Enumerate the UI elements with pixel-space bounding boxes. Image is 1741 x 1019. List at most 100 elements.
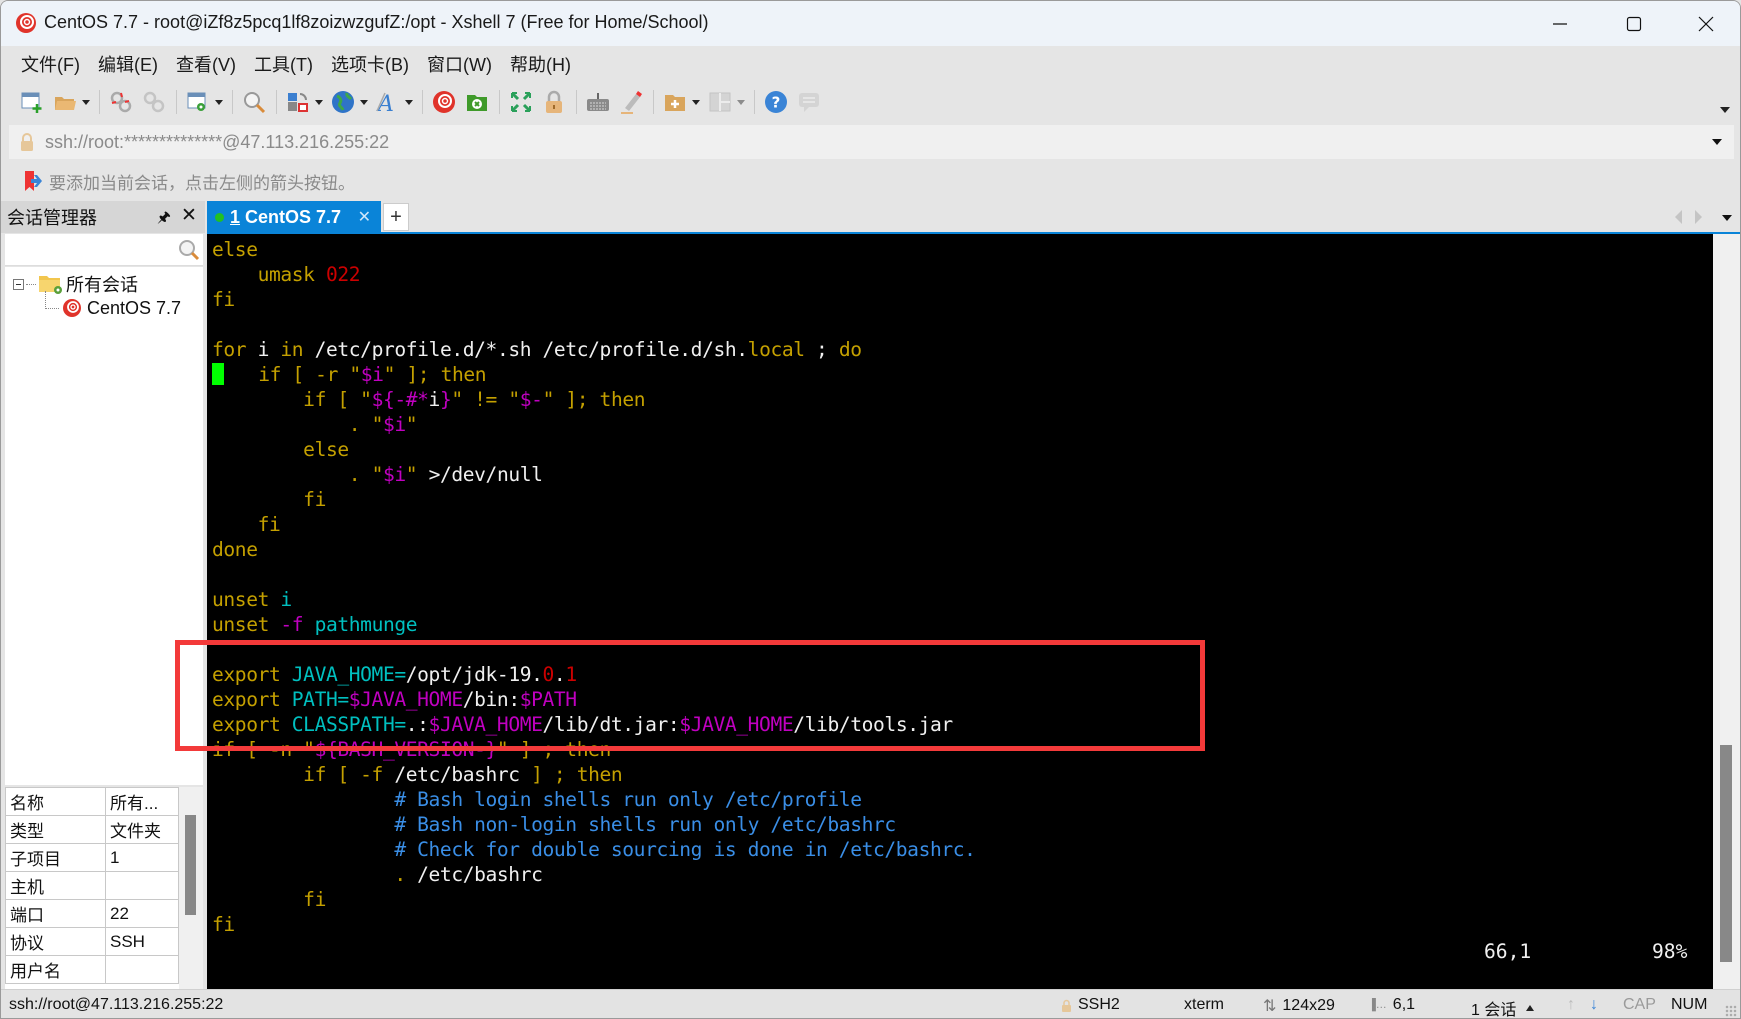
address-input[interactable]: ssh://root:**************@47.113.216.255… — [45, 132, 389, 153]
reconnect-button[interactable] — [141, 89, 167, 115]
address-dropdown-icon[interactable] — [1712, 139, 1722, 145]
xshell-button[interactable] — [431, 89, 457, 115]
bookmark-arrow-icon[interactable] — [23, 170, 43, 192]
menu-tools[interactable]: 工具(T) — [252, 49, 315, 79]
property-row[interactable]: 用户名 — [5, 955, 179, 984]
new-folder-button[interactable] — [662, 89, 688, 115]
status-sessions[interactable]: 1 会话 — [1471, 996, 1535, 1018]
num-lock-indicator: NUM — [1671, 996, 1708, 1013]
toolbar-overflow-icon[interactable] — [1720, 107, 1730, 113]
search-icon[interactable] — [177, 238, 201, 262]
lock-button[interactable] — [541, 89, 567, 115]
terminal-text-segment: $i — [382, 463, 406, 486]
send-up-icon[interactable]: ↑ — [1567, 996, 1575, 1014]
new-session-button[interactable] — [19, 89, 45, 115]
session-properties-button[interactable] — [185, 89, 211, 115]
send-down-icon[interactable]: ↓ — [1590, 996, 1598, 1014]
terminal-scroll-thumb[interactable] — [1720, 745, 1732, 962]
folder-icon — [39, 276, 62, 294]
session-manager-close-icon[interactable]: ✕ — [181, 204, 197, 227]
toolbar-separator — [576, 90, 577, 114]
pin-icon[interactable]: 🖈 — [157, 207, 171, 232]
fullscreen-button[interactable] — [508, 89, 534, 115]
new-folder-icon — [665, 95, 685, 111]
sessions-menu-icon[interactable] — [1526, 1005, 1535, 1011]
menu-bar: 文件(F) 编辑(E) 查看(V) 工具(T) 选项卡(B) 窗口(W) 帮助(… — [1, 46, 1740, 82]
chat-button[interactable] — [796, 89, 822, 115]
layout-dropdown[interactable] — [736, 89, 746, 115]
info-text: 要添加当前会话，点击左侧的箭头按钮。 — [49, 173, 355, 193]
terminal-line: if [ -n "${BASH_VERSION-}" ] ; then — [212, 737, 976, 762]
menu-edit[interactable]: 编辑(E) — [96, 49, 160, 79]
disconnect-button[interactable] — [108, 89, 134, 115]
properties-dropdown[interactable] — [214, 89, 224, 115]
property-row[interactable]: 类型 文件夹 — [5, 815, 179, 844]
session-search-input[interactable] — [5, 234, 203, 266]
help-button[interactable]: ? — [763, 89, 789, 115]
terminal-line: else — [212, 437, 976, 462]
vim-scroll-percent: 98% — [1652, 940, 1688, 963]
tab-scroll-right-icon[interactable] — [1695, 210, 1702, 224]
transfer-button[interactable] — [285, 89, 311, 115]
tree-item-session[interactable]: CentOS 7.7 — [45, 297, 181, 319]
terminal-text-segment: 1 — [565, 663, 577, 686]
terminal[interactable]: else umask 022 fi for i in /etc/profile.d… — [207, 234, 1713, 989]
globe-button[interactable] — [330, 89, 356, 115]
collapse-icon[interactable] — [13, 278, 24, 290]
tab-scroll-left-icon[interactable] — [1675, 210, 1682, 224]
toolbar-separator — [176, 90, 177, 114]
maximize-button[interactable] — [1599, 1, 1669, 46]
terminal-line: if [ -r "$i" ]; then — [212, 362, 976, 387]
find-button[interactable] — [241, 89, 267, 115]
terminal-line: . "$i" — [212, 412, 976, 437]
close-button[interactable] — [1671, 1, 1740, 46]
property-row[interactable]: 端口 22 — [5, 899, 179, 928]
terminal-text-segment: /lib/tools.jar — [793, 713, 953, 736]
property-row[interactable]: 名称 所有... — [5, 787, 179, 816]
terminal-text-segment: " — [303, 738, 315, 761]
vim-cursor-position: 66,1 — [1484, 940, 1532, 963]
open-button[interactable] — [52, 89, 78, 115]
terminal-text-segment: export — [212, 663, 292, 686]
property-row[interactable]: 协议 SSH — [5, 927, 179, 956]
keyboard-button[interactable] — [585, 89, 611, 115]
globe-dropdown[interactable] — [359, 89, 369, 115]
menu-help[interactable]: 帮助(H) — [508, 49, 573, 79]
terminal-text-segment: $- — [519, 388, 543, 411]
menu-file[interactable]: 文件(F) — [19, 49, 82, 79]
tab-list-dropdown-icon[interactable] — [1722, 215, 1732, 221]
terminal-text-segment: # Check for double sourcing is done in /… — [212, 838, 976, 861]
tab-close-icon[interactable]: ✕ — [358, 207, 371, 227]
new-folder-dropdown[interactable] — [691, 89, 701, 115]
resize-grip[interactable] — [1725, 1005, 1737, 1017]
toolbar-separator — [232, 90, 233, 114]
tree-item-all-sessions[interactable]: 所有会话 — [13, 271, 138, 297]
property-key: 协议 — [5, 927, 106, 956]
address-bar[interactable]: ssh://root:**************@47.113.216.255… — [9, 125, 1734, 159]
globe-icon — [332, 91, 354, 113]
open-dropdown[interactable] — [81, 89, 91, 115]
menu-window[interactable]: 窗口(W) — [425, 49, 494, 79]
minimize-button[interactable] — [1525, 1, 1595, 46]
terminal-text-segment: $JAVA_HOME — [428, 713, 543, 736]
highlight-button[interactable] — [618, 89, 644, 115]
toolbar: A ? — [1, 83, 1740, 121]
xftp-button[interactable] — [464, 89, 490, 115]
terminal-scrollbar[interactable] — [1713, 234, 1740, 989]
new-tab-button[interactable]: + — [383, 203, 409, 231]
layout-button[interactable] — [707, 89, 733, 115]
properties-scroll-thumb[interactable] — [185, 815, 196, 915]
window-title: CentOS 7.7 - root@iZf8z5pcq1lf8zoizwzguf… — [44, 12, 709, 32]
menu-view[interactable]: 查看(V) — [174, 49, 238, 79]
font-button[interactable]: A — [375, 89, 401, 115]
tab-centos[interactable]: 1 CentOS 7.7 ✕ — [207, 201, 381, 233]
properties-scrollbar[interactable] — [179, 787, 203, 989]
tree-connector — [26, 283, 36, 285]
menu-tabs[interactable]: 选项卡(B) — [329, 49, 411, 79]
property-row[interactable]: 子项目 1 — [5, 843, 179, 872]
property-row[interactable]: 主机 — [5, 871, 179, 900]
transfer-dropdown[interactable] — [314, 89, 324, 115]
font-dropdown[interactable] — [404, 89, 414, 115]
